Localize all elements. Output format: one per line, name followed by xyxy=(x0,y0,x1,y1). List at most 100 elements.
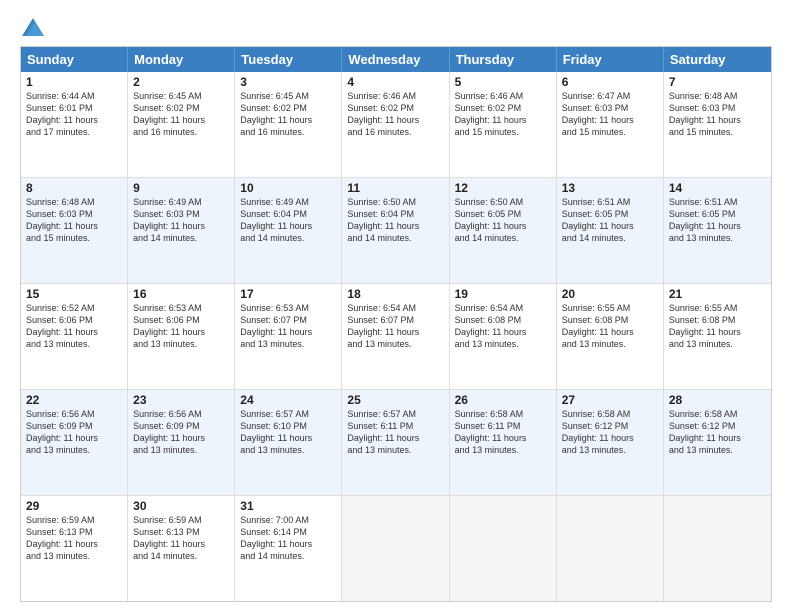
day-number-6: 6 xyxy=(562,75,658,89)
calendar-row-3: 15Sunrise: 6:52 AM Sunset: 6:06 PM Dayli… xyxy=(21,283,771,389)
day-number-3: 3 xyxy=(240,75,336,89)
calendar: Sunday Monday Tuesday Wednesday Thursday… xyxy=(20,46,772,602)
day-cell-1: 1Sunrise: 6:44 AM Sunset: 6:01 PM Daylig… xyxy=(21,72,128,177)
header-saturday: Saturday xyxy=(664,47,771,72)
day-number-8: 8 xyxy=(26,181,122,195)
empty-cell-r4-c6 xyxy=(664,496,771,601)
calendar-header: Sunday Monday Tuesday Wednesday Thursday… xyxy=(21,47,771,72)
day-cell-19: 19Sunrise: 6:54 AM Sunset: 6:08 PM Dayli… xyxy=(450,284,557,389)
day-number-14: 14 xyxy=(669,181,766,195)
day-number-13: 13 xyxy=(562,181,658,195)
day-info-25: Sunrise: 6:57 AM Sunset: 6:11 PM Dayligh… xyxy=(347,408,443,457)
day-cell-26: 26Sunrise: 6:58 AM Sunset: 6:11 PM Dayli… xyxy=(450,390,557,495)
calendar-row-4: 22Sunrise: 6:56 AM Sunset: 6:09 PM Dayli… xyxy=(21,389,771,495)
logo xyxy=(20,18,44,36)
empty-cell-r4-c4 xyxy=(450,496,557,601)
day-info-14: Sunrise: 6:51 AM Sunset: 6:05 PM Dayligh… xyxy=(669,196,766,245)
calendar-body: 1Sunrise: 6:44 AM Sunset: 6:01 PM Daylig… xyxy=(21,72,771,601)
day-cell-6: 6Sunrise: 6:47 AM Sunset: 6:03 PM Daylig… xyxy=(557,72,664,177)
day-cell-16: 16Sunrise: 6:53 AM Sunset: 6:06 PM Dayli… xyxy=(128,284,235,389)
day-cell-29: 29Sunrise: 6:59 AM Sunset: 6:13 PM Dayli… xyxy=(21,496,128,601)
day-cell-24: 24Sunrise: 6:57 AM Sunset: 6:10 PM Dayli… xyxy=(235,390,342,495)
day-cell-5: 5Sunrise: 6:46 AM Sunset: 6:02 PM Daylig… xyxy=(450,72,557,177)
day-info-9: Sunrise: 6:49 AM Sunset: 6:03 PM Dayligh… xyxy=(133,196,229,245)
day-info-20: Sunrise: 6:55 AM Sunset: 6:08 PM Dayligh… xyxy=(562,302,658,351)
day-number-1: 1 xyxy=(26,75,122,89)
day-cell-18: 18Sunrise: 6:54 AM Sunset: 6:07 PM Dayli… xyxy=(342,284,449,389)
day-number-28: 28 xyxy=(669,393,766,407)
day-number-5: 5 xyxy=(455,75,551,89)
day-cell-8: 8Sunrise: 6:48 AM Sunset: 6:03 PM Daylig… xyxy=(21,178,128,283)
day-info-11: Sunrise: 6:50 AM Sunset: 6:04 PM Dayligh… xyxy=(347,196,443,245)
day-cell-3: 3Sunrise: 6:45 AM Sunset: 6:02 PM Daylig… xyxy=(235,72,342,177)
day-number-21: 21 xyxy=(669,287,766,301)
day-number-30: 30 xyxy=(133,499,229,513)
header-tuesday: Tuesday xyxy=(235,47,342,72)
day-number-12: 12 xyxy=(455,181,551,195)
day-info-13: Sunrise: 6:51 AM Sunset: 6:05 PM Dayligh… xyxy=(562,196,658,245)
day-number-31: 31 xyxy=(240,499,336,513)
header-monday: Monday xyxy=(128,47,235,72)
calendar-row-2: 8Sunrise: 6:48 AM Sunset: 6:03 PM Daylig… xyxy=(21,177,771,283)
day-cell-11: 11Sunrise: 6:50 AM Sunset: 6:04 PM Dayli… xyxy=(342,178,449,283)
day-cell-27: 27Sunrise: 6:58 AM Sunset: 6:12 PM Dayli… xyxy=(557,390,664,495)
day-cell-20: 20Sunrise: 6:55 AM Sunset: 6:08 PM Dayli… xyxy=(557,284,664,389)
day-cell-31: 31Sunrise: 7:00 AM Sunset: 6:14 PM Dayli… xyxy=(235,496,342,601)
day-number-15: 15 xyxy=(26,287,122,301)
day-number-22: 22 xyxy=(26,393,122,407)
day-info-1: Sunrise: 6:44 AM Sunset: 6:01 PM Dayligh… xyxy=(26,90,122,139)
day-number-25: 25 xyxy=(347,393,443,407)
day-cell-25: 25Sunrise: 6:57 AM Sunset: 6:11 PM Dayli… xyxy=(342,390,449,495)
day-info-26: Sunrise: 6:58 AM Sunset: 6:11 PM Dayligh… xyxy=(455,408,551,457)
day-info-4: Sunrise: 6:46 AM Sunset: 6:02 PM Dayligh… xyxy=(347,90,443,139)
day-info-6: Sunrise: 6:47 AM Sunset: 6:03 PM Dayligh… xyxy=(562,90,658,139)
day-info-7: Sunrise: 6:48 AM Sunset: 6:03 PM Dayligh… xyxy=(669,90,766,139)
day-number-23: 23 xyxy=(133,393,229,407)
day-info-22: Sunrise: 6:56 AM Sunset: 6:09 PM Dayligh… xyxy=(26,408,122,457)
day-info-24: Sunrise: 6:57 AM Sunset: 6:10 PM Dayligh… xyxy=(240,408,336,457)
day-info-28: Sunrise: 6:58 AM Sunset: 6:12 PM Dayligh… xyxy=(669,408,766,457)
day-number-4: 4 xyxy=(347,75,443,89)
header-thursday: Thursday xyxy=(450,47,557,72)
day-info-10: Sunrise: 6:49 AM Sunset: 6:04 PM Dayligh… xyxy=(240,196,336,245)
day-cell-10: 10Sunrise: 6:49 AM Sunset: 6:04 PM Dayli… xyxy=(235,178,342,283)
day-cell-9: 9Sunrise: 6:49 AM Sunset: 6:03 PM Daylig… xyxy=(128,178,235,283)
day-info-18: Sunrise: 6:54 AM Sunset: 6:07 PM Dayligh… xyxy=(347,302,443,351)
day-number-18: 18 xyxy=(347,287,443,301)
day-cell-2: 2Sunrise: 6:45 AM Sunset: 6:02 PM Daylig… xyxy=(128,72,235,177)
day-cell-7: 7Sunrise: 6:48 AM Sunset: 6:03 PM Daylig… xyxy=(664,72,771,177)
day-info-17: Sunrise: 6:53 AM Sunset: 6:07 PM Dayligh… xyxy=(240,302,336,351)
day-info-30: Sunrise: 6:59 AM Sunset: 6:13 PM Dayligh… xyxy=(133,514,229,563)
day-number-16: 16 xyxy=(133,287,229,301)
day-info-27: Sunrise: 6:58 AM Sunset: 6:12 PM Dayligh… xyxy=(562,408,658,457)
day-number-7: 7 xyxy=(669,75,766,89)
day-number-17: 17 xyxy=(240,287,336,301)
day-cell-30: 30Sunrise: 6:59 AM Sunset: 6:13 PM Dayli… xyxy=(128,496,235,601)
day-cell-12: 12Sunrise: 6:50 AM Sunset: 6:05 PM Dayli… xyxy=(450,178,557,283)
day-cell-14: 14Sunrise: 6:51 AM Sunset: 6:05 PM Dayli… xyxy=(664,178,771,283)
day-number-9: 9 xyxy=(133,181,229,195)
day-number-2: 2 xyxy=(133,75,229,89)
day-cell-21: 21Sunrise: 6:55 AM Sunset: 6:08 PM Dayli… xyxy=(664,284,771,389)
day-info-15: Sunrise: 6:52 AM Sunset: 6:06 PM Dayligh… xyxy=(26,302,122,351)
day-number-10: 10 xyxy=(240,181,336,195)
day-info-8: Sunrise: 6:48 AM Sunset: 6:03 PM Dayligh… xyxy=(26,196,122,245)
day-number-11: 11 xyxy=(347,181,443,195)
day-info-5: Sunrise: 6:46 AM Sunset: 6:02 PM Dayligh… xyxy=(455,90,551,139)
logo-icon xyxy=(22,18,44,36)
day-cell-23: 23Sunrise: 6:56 AM Sunset: 6:09 PM Dayli… xyxy=(128,390,235,495)
header-sunday: Sunday xyxy=(21,47,128,72)
empty-cell-r4-c3 xyxy=(342,496,449,601)
day-number-26: 26 xyxy=(455,393,551,407)
day-info-31: Sunrise: 7:00 AM Sunset: 6:14 PM Dayligh… xyxy=(240,514,336,563)
empty-cell-r4-c5 xyxy=(557,496,664,601)
day-cell-13: 13Sunrise: 6:51 AM Sunset: 6:05 PM Dayli… xyxy=(557,178,664,283)
calendar-row-1: 1Sunrise: 6:44 AM Sunset: 6:01 PM Daylig… xyxy=(21,72,771,177)
header xyxy=(20,18,772,36)
day-cell-22: 22Sunrise: 6:56 AM Sunset: 6:09 PM Dayli… xyxy=(21,390,128,495)
day-cell-4: 4Sunrise: 6:46 AM Sunset: 6:02 PM Daylig… xyxy=(342,72,449,177)
day-number-20: 20 xyxy=(562,287,658,301)
calendar-row-5: 29Sunrise: 6:59 AM Sunset: 6:13 PM Dayli… xyxy=(21,495,771,601)
day-number-27: 27 xyxy=(562,393,658,407)
day-cell-15: 15Sunrise: 6:52 AM Sunset: 6:06 PM Dayli… xyxy=(21,284,128,389)
